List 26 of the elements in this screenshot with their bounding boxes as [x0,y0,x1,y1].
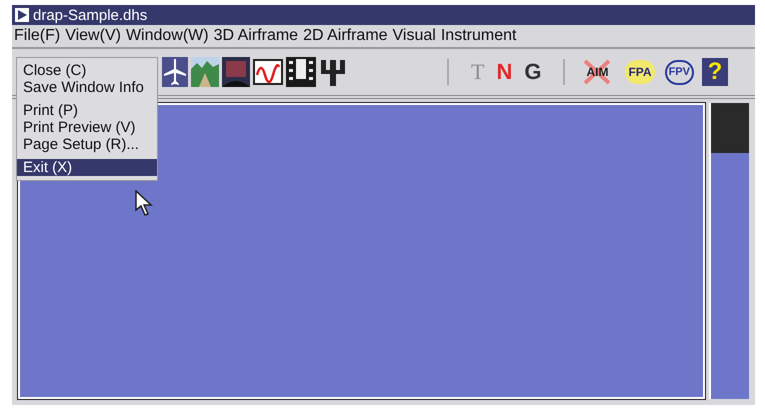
fpa-button[interactable]: FPA [625,60,655,84]
window-title: drap-Sample.dhs [33,8,148,22]
cross-icon [582,59,612,85]
menu-item[interactable]: File(F) [14,28,60,44]
menu-option[interactable]: Print (P) [17,102,157,119]
menu-option[interactable]: Exit (X) [17,159,157,176]
cursor-icon [135,190,155,216]
fpv-button[interactable]: FPV [664,60,694,84]
menu-item[interactable]: View(V) [65,28,121,44]
waveform-icon[interactable] [253,59,283,85]
yoke-icon[interactable] [319,58,347,86]
menu-option[interactable]: Page Setup (R)... [17,136,157,153]
app-icon [15,8,29,22]
menu-item[interactable]: Window(W) [126,28,209,44]
aim-button[interactable]: AIM [581,58,614,86]
menu-item[interactable]: 3D Airframe [214,28,298,44]
menu-option[interactable]: Print Preview (V) [17,119,157,136]
letter-button[interactable]: G [518,61,548,83]
help-button[interactable]: ? [702,58,728,86]
menu-option[interactable]: Close (C) [17,62,157,79]
airplane-icon[interactable] [162,57,188,87]
menu-item[interactable]: 2D Airframe [303,28,388,44]
menu-item[interactable]: Instrument [440,28,516,44]
film-strip-icon[interactable] [286,57,316,87]
menu-option[interactable]: Save Window Info [17,79,157,96]
menu-item[interactable]: Visual [392,28,436,44]
